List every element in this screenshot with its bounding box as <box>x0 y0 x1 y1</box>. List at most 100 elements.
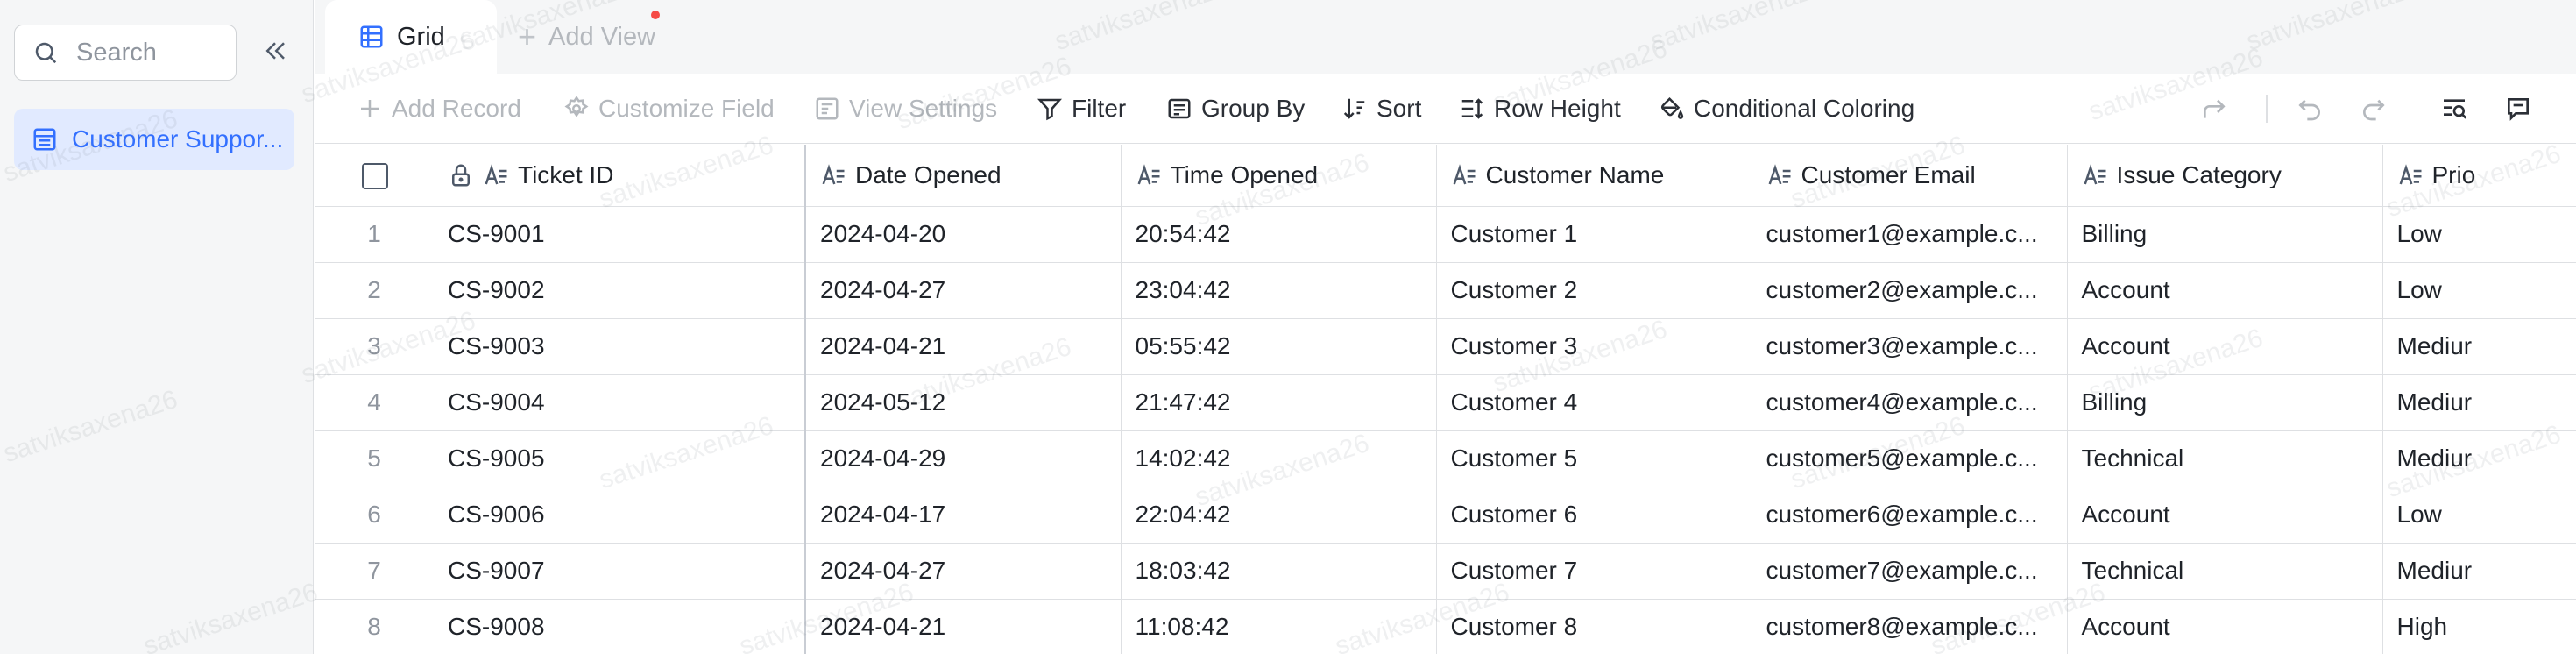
table-row[interactable]: 7 CS-9007 2024-04-27 18:03:42 Customer 7 cust… <box>315 543 2576 600</box>
time-opened-cell[interactable]: 21:47:42 <box>1121 374 1437 431</box>
priority-cell[interactable]: High <box>2382 599 2576 654</box>
conditional-coloring-button[interactable]: Conditional Coloring <box>1659 74 1914 144</box>
ticket-id-cell[interactable]: CS-9003 <box>434 318 806 375</box>
table-row[interactable]: 1 CS-9001 2024-04-20 20:54:42 Customer 1 cust… <box>315 206 2576 263</box>
time-opened-cell[interactable]: 22:04:42 <box>1121 487 1437 544</box>
column-header-ticket-id[interactable]: Ticket ID <box>434 145 806 207</box>
view-settings-button[interactable]: View Settings <box>814 74 997 144</box>
customer-email-cell[interactable]: customer5@example.c... <box>1752 430 2068 487</box>
priority-cell[interactable]: Mediur <box>2382 543 2576 600</box>
customize-field-button[interactable]: Customize Field <box>563 74 775 144</box>
customer-name-cell[interactable]: Customer 1 <box>1436 206 1752 263</box>
priority-cell[interactable]: Low <box>2382 487 2576 544</box>
date-opened-cell[interactable]: 2024-04-27 <box>805 262 1122 319</box>
issue-category-cell[interactable]: Account <box>2067 599 2383 654</box>
column-header-time-opened[interactable]: Time Opened <box>1121 145 1437 207</box>
ticket-id-cell[interactable]: CS-9005 <box>434 430 806 487</box>
search-input[interactable]: Search <box>14 25 237 81</box>
customer-name-cell[interactable]: Customer 7 <box>1436 543 1752 600</box>
customer-name-cell[interactable]: Customer 6 <box>1436 487 1752 544</box>
customer-name-cell[interactable]: Customer 8 <box>1436 599 1752 654</box>
collapse-sidebar-button[interactable] <box>259 35 291 67</box>
customer-name-cell[interactable]: Customer 4 <box>1436 374 1752 431</box>
select-all-cell <box>315 145 434 207</box>
table-row[interactable]: 8 CS-9008 2024-04-21 11:08:42 Customer 8 cust… <box>315 599 2576 654</box>
time-opened-cell[interactable]: 23:04:42 <box>1121 262 1437 319</box>
issue-category-cell[interactable]: Account <box>2067 262 2383 319</box>
redo-icon[interactable] <box>2360 95 2388 123</box>
column-header-date-opened[interactable]: Date Opened <box>805 145 1122 207</box>
customer-name-cell[interactable]: Customer 2 <box>1436 262 1752 319</box>
column-header-issue-category[interactable]: Issue Category <box>2067 145 2383 207</box>
comment-icon[interactable] <box>2504 95 2532 123</box>
date-opened-cell[interactable]: 2024-04-27 <box>805 543 1122 600</box>
ticket-id-cell[interactable]: CS-9007 <box>434 543 806 600</box>
add-record-button[interactable]: Add Record <box>357 74 521 144</box>
issue-category-cell[interactable]: Billing <box>2067 206 2383 263</box>
paint-bucket-icon <box>1660 96 1684 119</box>
time-opened-cell[interactable]: 20:54:42 <box>1121 206 1437 263</box>
search-icon <box>35 42 57 64</box>
row-height-button[interactable]: Row Height <box>1459 74 1621 144</box>
table-row[interactable]: 5 CS-9005 2024-04-29 14:02:42 Customer 5 cust… <box>315 430 2576 487</box>
ticket-id-cell[interactable]: CS-9002 <box>434 262 806 319</box>
column-header-label: Prio <box>2431 160 2476 188</box>
date-opened-cell[interactable]: 2024-04-21 <box>805 599 1122 654</box>
ticket-id-cell[interactable]: CS-9004 <box>434 374 806 431</box>
table-row[interactable]: 2 CS-9002 2024-04-27 23:04:42 Customer 2 cust… <box>315 262 2576 319</box>
priority-cell[interactable]: Mediur <box>2382 318 2576 375</box>
text-field-icon <box>1137 164 1159 185</box>
text-field-icon <box>2084 164 2105 185</box>
group-by-button[interactable]: Group By <box>1166 74 1305 144</box>
customer-email-cell[interactable]: customer4@example.c... <box>1752 374 2068 431</box>
share-icon[interactable] <box>2200 95 2228 123</box>
table-row[interactable]: 6 CS-9006 2024-04-17 22:04:42 Customer 6 cust… <box>315 487 2576 544</box>
priority-cell[interactable]: Low <box>2382 262 2576 319</box>
column-header-customer-email[interactable]: Customer Email <box>1752 145 2068 207</box>
ticket-id-cell[interactable]: CS-9006 <box>434 487 806 544</box>
column-header-priority[interactable]: Prio <box>2382 145 2576 207</box>
customer-email-cell[interactable]: customer1@example.c... <box>1752 206 2068 263</box>
time-opened-cell[interactable]: 11:08:42 <box>1121 599 1437 654</box>
customer-email-cell[interactable]: customer2@example.c... <box>1752 262 2068 319</box>
issue-category-cell[interactable]: Technical <box>2067 430 2383 487</box>
group-by-icon <box>1168 98 1191 119</box>
undo-icon[interactable] <box>2296 95 2324 123</box>
customer-email-cell[interactable]: customer3@example.c... <box>1752 318 2068 375</box>
priority-cell[interactable]: Mediur <box>2382 430 2576 487</box>
add-view-button[interactable]: + Add View <box>509 0 655 74</box>
date-opened-cell[interactable]: 2024-04-21 <box>805 318 1122 375</box>
date-opened-cell[interactable]: 2024-04-17 <box>805 487 1122 544</box>
time-opened-cell[interactable]: 05:55:42 <box>1121 318 1437 375</box>
select-all-checkbox[interactable] <box>362 163 388 190</box>
issue-category-cell[interactable]: Technical <box>2067 543 2383 600</box>
customer-email-cell[interactable]: customer8@example.c... <box>1752 599 2068 654</box>
customer-name-cell[interactable]: Customer 3 <box>1436 318 1752 375</box>
search-records-icon[interactable] <box>2440 95 2468 123</box>
priority-cell[interactable]: Mediur <box>2382 374 2576 431</box>
priority-cell[interactable]: Low <box>2382 206 2576 263</box>
row-number-cell: 7 <box>315 543 434 600</box>
table-row[interactable]: 4 CS-9004 2024-05-12 21:47:42 Customer 4 cust… <box>315 374 2576 431</box>
customer-email-cell[interactable]: customer6@example.c... <box>1752 487 2068 544</box>
column-header-label: Date Opened <box>855 160 1001 188</box>
time-opened-cell[interactable]: 14:02:42 <box>1121 430 1437 487</box>
issue-category-cell[interactable]: Billing <box>2067 374 2383 431</box>
customer-email-cell[interactable]: customer7@example.c... <box>1752 543 2068 600</box>
customize-field-label: Customize Field <box>598 95 775 122</box>
time-opened-cell[interactable]: 18:03:42 <box>1121 543 1437 600</box>
tab-grid[interactable]: Grid <box>325 0 497 74</box>
table-row[interactable]: 3 CS-9003 2024-04-21 05:55:42 Customer 3 cust… <box>315 318 2576 375</box>
filter-button[interactable]: Filter <box>1037 74 1126 144</box>
date-opened-cell[interactable]: 2024-04-29 <box>805 430 1122 487</box>
date-opened-cell[interactable]: 2024-05-12 <box>805 374 1122 431</box>
sort-button[interactable]: Sort <box>1341 74 1421 144</box>
issue-category-cell[interactable]: Account <box>2067 318 2383 375</box>
ticket-id-cell[interactable]: CS-9008 <box>434 599 806 654</box>
ticket-id-cell[interactable]: CS-9001 <box>434 206 806 263</box>
date-opened-cell[interactable]: 2024-04-20 <box>805 206 1122 263</box>
customer-name-cell[interactable]: Customer 5 <box>1436 430 1752 487</box>
issue-category-cell[interactable]: Account <box>2067 487 2383 544</box>
column-header-customer-name[interactable]: Customer Name <box>1436 145 1752 207</box>
sidebar-item-customer-support[interactable]: Customer Suppor... <box>14 109 294 170</box>
